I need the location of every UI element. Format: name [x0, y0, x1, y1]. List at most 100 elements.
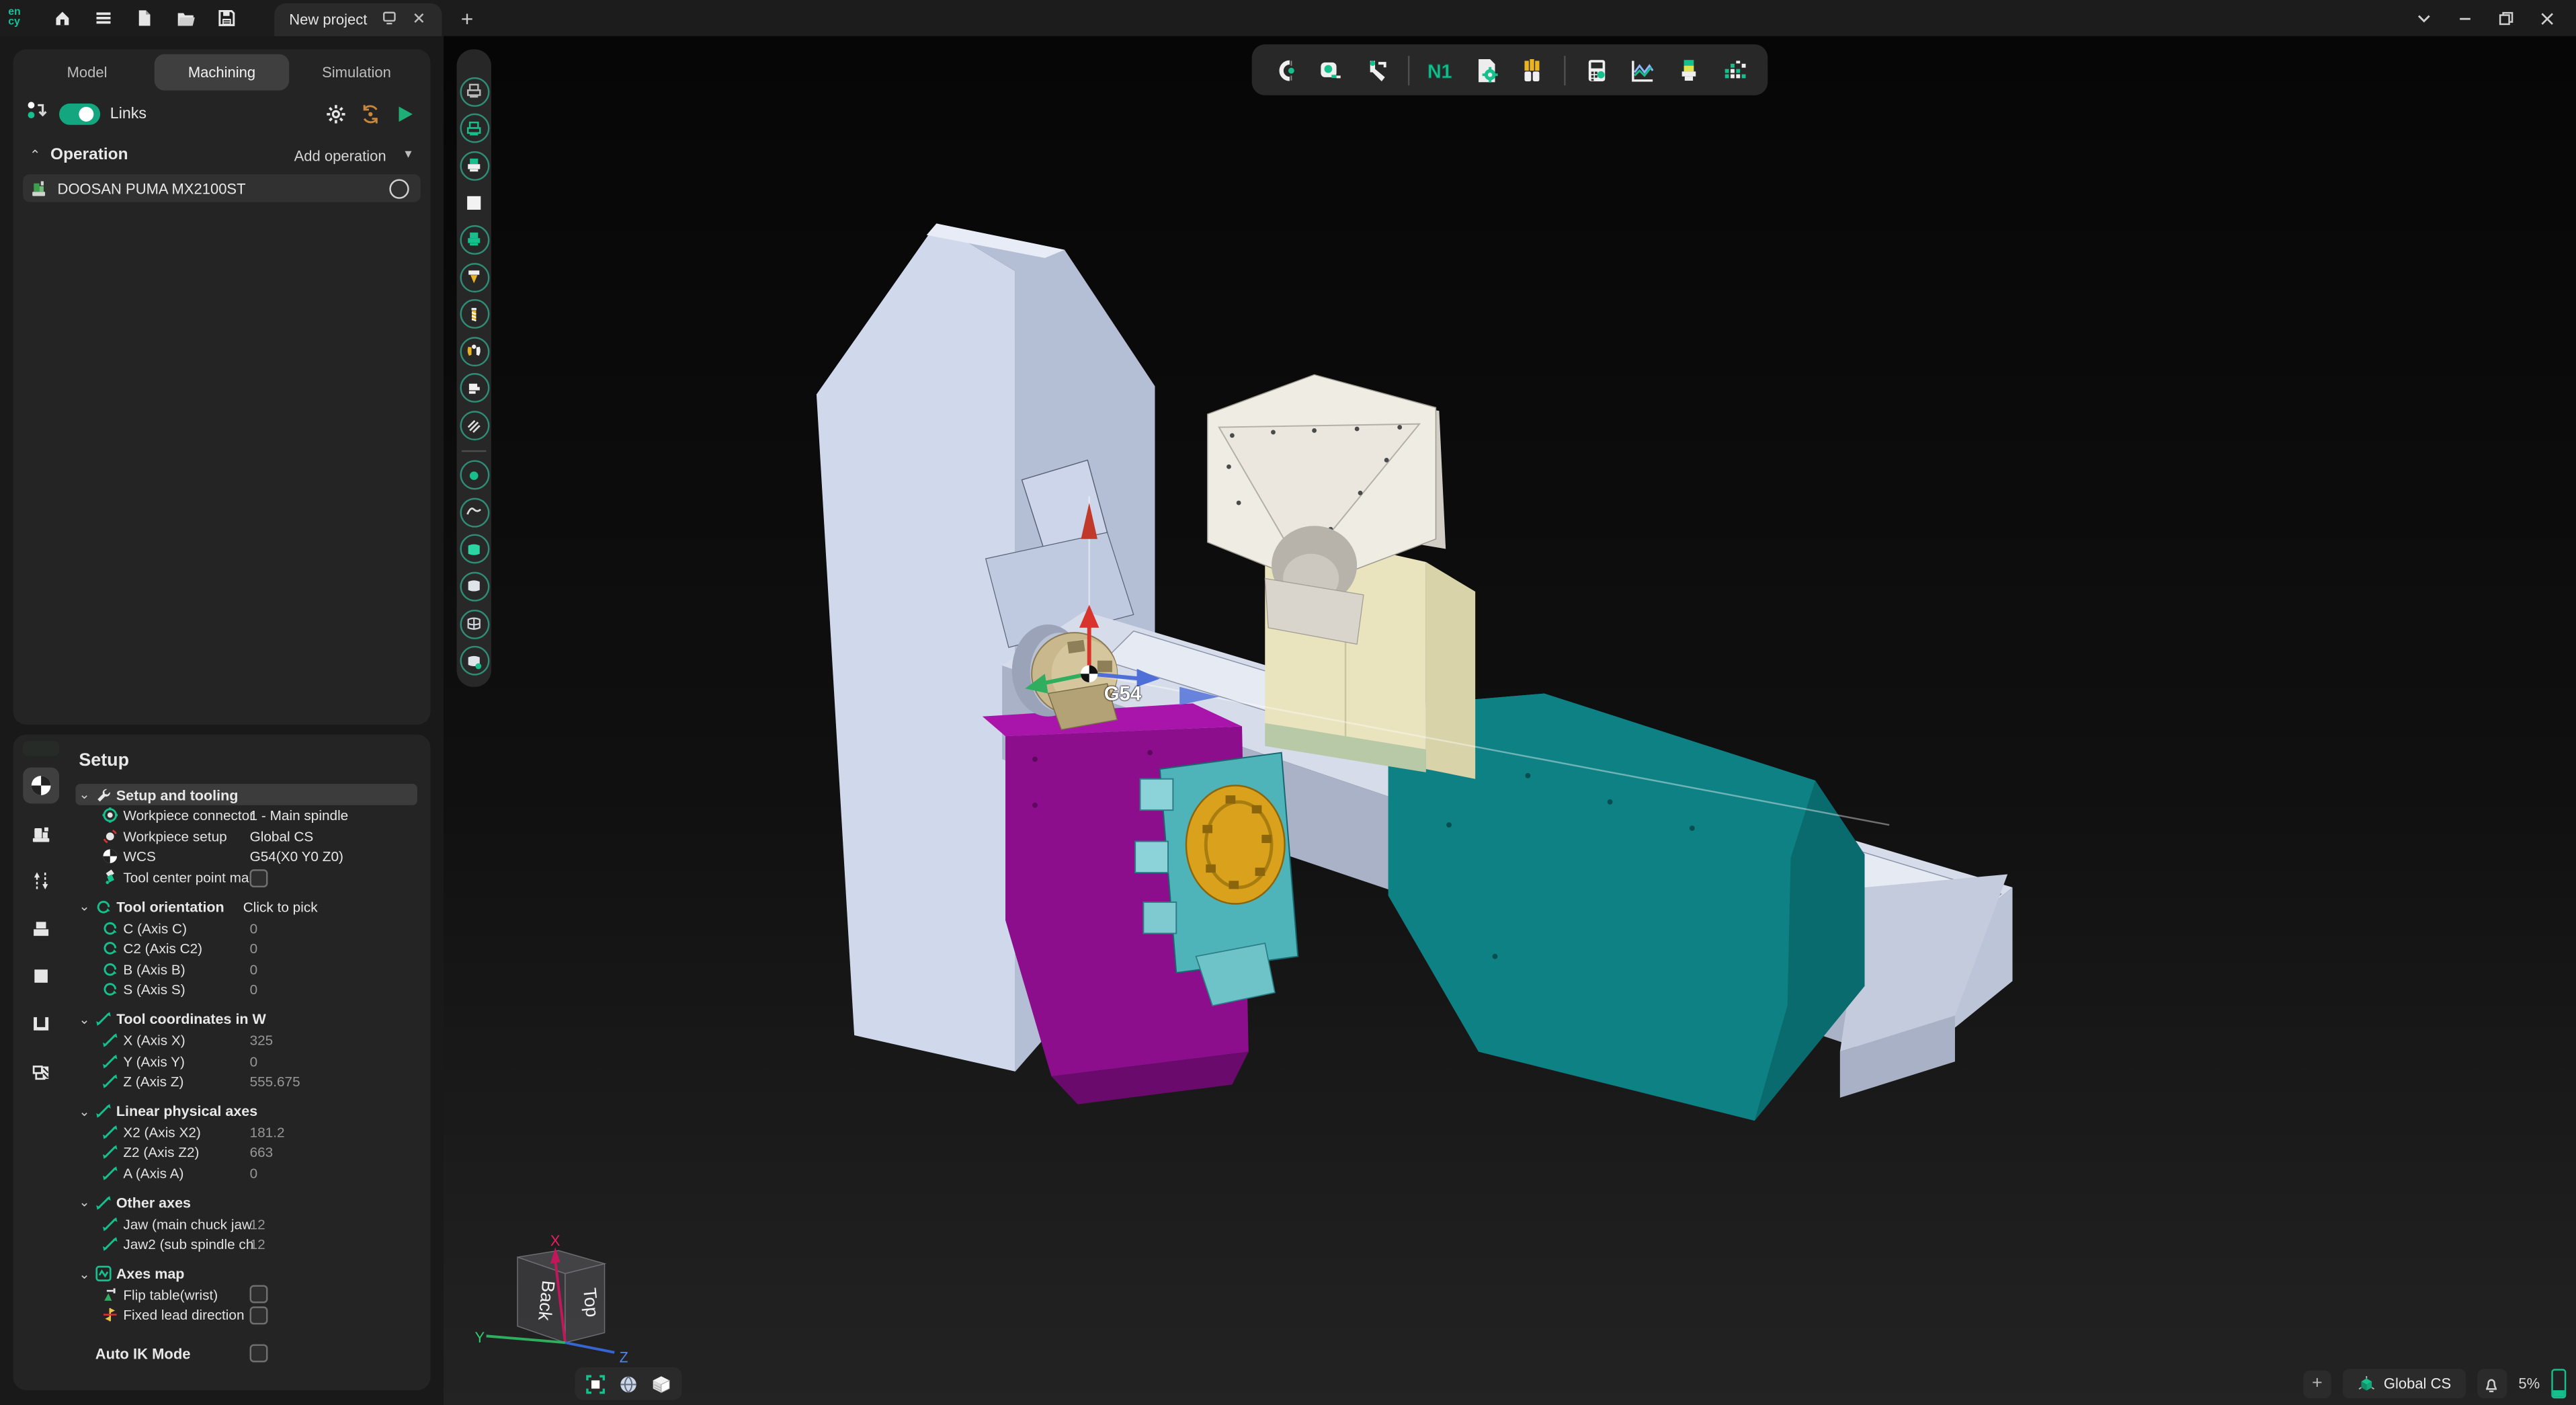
add-operation-button[interactable]: Add operation — [294, 147, 386, 163]
row-value[interactable]: 0 — [250, 1165, 258, 1181]
row-value[interactable]: 0 — [250, 1053, 258, 1069]
nc-program-icon[interactable]: N1 — [1421, 50, 1460, 90]
new-tab-button[interactable]: + — [461, 6, 474, 31]
minimize-icon[interactable] — [2451, 5, 2477, 31]
point-icon[interactable] — [459, 460, 489, 490]
row-checkbox[interactable] — [250, 869, 268, 887]
stock-square-icon[interactable] — [459, 188, 489, 218]
surface-light-icon[interactable] — [459, 571, 489, 601]
setup-section-header[interactable]: ⌄ Tool orientation Click to pick — [75, 896, 417, 918]
setup-row[interactable]: Jaw2 (sub spindle ch12 — [75, 1234, 417, 1255]
tool-library-icon[interactable] — [1513, 50, 1552, 90]
strip-collapse-pill[interactable] — [23, 741, 59, 756]
chevron-down-icon[interactable]: ⌄ — [79, 1012, 89, 1027]
setup-row[interactable]: Z (Axis Z)555.675 — [75, 1072, 417, 1092]
setup-section-header[interactable]: ⌄ Setup and tooling — [75, 784, 417, 805]
machine-radio[interactable] — [389, 178, 409, 198]
gear-icon[interactable] — [324, 101, 349, 126]
save-icon[interactable] — [215, 7, 238, 30]
setup-row[interactable]: Workpiece setupGlobal CS — [75, 826, 417, 847]
machine-list-item[interactable]: DOOSAN PUMA MX2100ST — [23, 174, 421, 202]
machine-icon[interactable] — [23, 815, 59, 851]
chevron-down-icon[interactable] — [2410, 5, 2436, 31]
setup-row[interactable]: S (Axis S)0 — [75, 979, 417, 1000]
row-value[interactable]: 325 — [250, 1032, 274, 1048]
open-folder-icon[interactable] — [174, 7, 197, 30]
tool-tip-icon[interactable] — [459, 262, 489, 292]
tab-machining[interactable]: Machining — [155, 54, 289, 91]
fixture-icon[interactable] — [23, 910, 59, 947]
drill-icon[interactable] — [459, 299, 489, 329]
holder-gray-icon[interactable] — [459, 77, 489, 106]
row-checkbox[interactable] — [250, 1285, 268, 1303]
setup-row[interactable]: WCSG54(X0 Y0 Z0) — [75, 846, 417, 867]
axis-limits-icon[interactable] — [23, 862, 59, 899]
new-file-icon[interactable] — [133, 7, 156, 30]
row-value[interactable]: 663 — [250, 1144, 274, 1160]
plain-square-icon[interactable] — [23, 958, 59, 994]
viewport-3d[interactable]: G54 N1 Back Top X Y Z + Glo — [444, 36, 2576, 1405]
row-value[interactable]: 1 - Main spindle — [250, 807, 349, 824]
setup-row[interactable]: B (Axis B)0 — [75, 959, 417, 980]
tape-measure-icon[interactable] — [1311, 50, 1351, 90]
setup-section-header[interactable]: ⌄ Other axes — [75, 1192, 417, 1213]
row-checkbox[interactable] — [250, 1306, 268, 1324]
tab-model[interactable]: Model — [19, 54, 154, 91]
fit-view-icon[interactable] — [583, 1371, 608, 1396]
setup-row[interactable]: X (Axis X)325 — [75, 1030, 417, 1051]
restore-icon[interactable] — [2492, 5, 2518, 31]
close-tab-icon[interactable] — [410, 5, 426, 34]
toolpath-graph-icon[interactable] — [1623, 50, 1663, 90]
project-tab[interactable]: New project — [274, 3, 441, 36]
tool-assembly-icon[interactable] — [1669, 50, 1709, 90]
setup-row[interactable]: Workpiece connector1 - Main spindle — [75, 805, 417, 826]
links-toggle[interactable] — [59, 103, 100, 124]
iso-view-icon[interactable] — [649, 1371, 674, 1396]
row-value[interactable]: 555.675 — [250, 1074, 300, 1090]
row-value[interactable]: 181.2 — [250, 1124, 285, 1140]
row-value[interactable]: 0 — [250, 981, 258, 998]
surface-grid-icon[interactable] — [459, 609, 489, 639]
holder-outline-icon[interactable] — [459, 114, 489, 143]
chevron-down-icon[interactable]: ⌄ — [79, 1266, 89, 1281]
close-icon[interactable] — [2533, 5, 2559, 31]
calculator-icon[interactable] — [1577, 50, 1617, 90]
setup-row[interactable]: C2 (Axis C2)0 — [75, 938, 417, 959]
chevron-down-icon[interactable]: ⌄ — [79, 1195, 89, 1210]
orbit-icon[interactable] — [616, 1371, 641, 1396]
play-icon[interactable] — [392, 101, 417, 126]
row-value[interactable]: Global CS — [250, 828, 314, 844]
setup-row[interactable]: Tool center point ma — [75, 867, 417, 888]
row-value[interactable]: 0 — [250, 961, 258, 977]
row-value[interactable]: 0 — [250, 920, 258, 936]
clamp-jaws-icon[interactable] — [23, 1006, 59, 1042]
chevron-down-icon[interactable]: ⌄ — [79, 1104, 89, 1119]
coordinate-system-selector[interactable]: Global CS — [2343, 1369, 2466, 1398]
curve-icon[interactable] — [459, 497, 489, 527]
surface-teal-icon[interactable] — [459, 534, 489, 564]
setup-row[interactable]: Fixed lead direction — [75, 1305, 417, 1326]
postprocessor-icon[interactable] — [1467, 50, 1507, 90]
collapse-icon[interactable]: ⌃ — [30, 148, 40, 163]
chevron-down-icon[interactable]: ⌄ — [79, 899, 89, 914]
holder-teal-icon[interactable] — [459, 225, 489, 255]
setup-row[interactable]: C (Axis C)0 — [75, 918, 417, 938]
row-value[interactable]: 0 — [250, 940, 258, 957]
wcs-quadrant-icon[interactable] — [23, 768, 59, 804]
notifications-button[interactable] — [2477, 1369, 2507, 1398]
holder-half-icon[interactable] — [459, 151, 489, 180]
surface-point-icon[interactable] — [459, 646, 489, 676]
probe-grid-icon[interactable] — [1715, 50, 1755, 90]
setup-row[interactable]: Jaw (main chuck jaw12 — [75, 1213, 417, 1234]
hatch-icon[interactable] — [459, 411, 489, 440]
stock-block-icon[interactable] — [23, 1053, 59, 1090]
auto-ik-checkbox[interactable] — [250, 1344, 268, 1363]
add-cs-button[interactable]: + — [2303, 1369, 2331, 1398]
setup-section-header[interactable]: ⌄ Linear physical axes — [75, 1100, 417, 1122]
setup-row[interactable]: A (Axis A)0 — [75, 1163, 417, 1184]
head-icon[interactable] — [459, 374, 489, 403]
row-value[interactable]: G54(X0 Y0 Z0) — [250, 849, 343, 865]
pin-tab-icon[interactable] — [380, 5, 397, 34]
chevron-down-icon[interactable]: ⌄ — [79, 787, 89, 802]
setup-row[interactable]: Flip table(wrist) — [75, 1284, 417, 1305]
